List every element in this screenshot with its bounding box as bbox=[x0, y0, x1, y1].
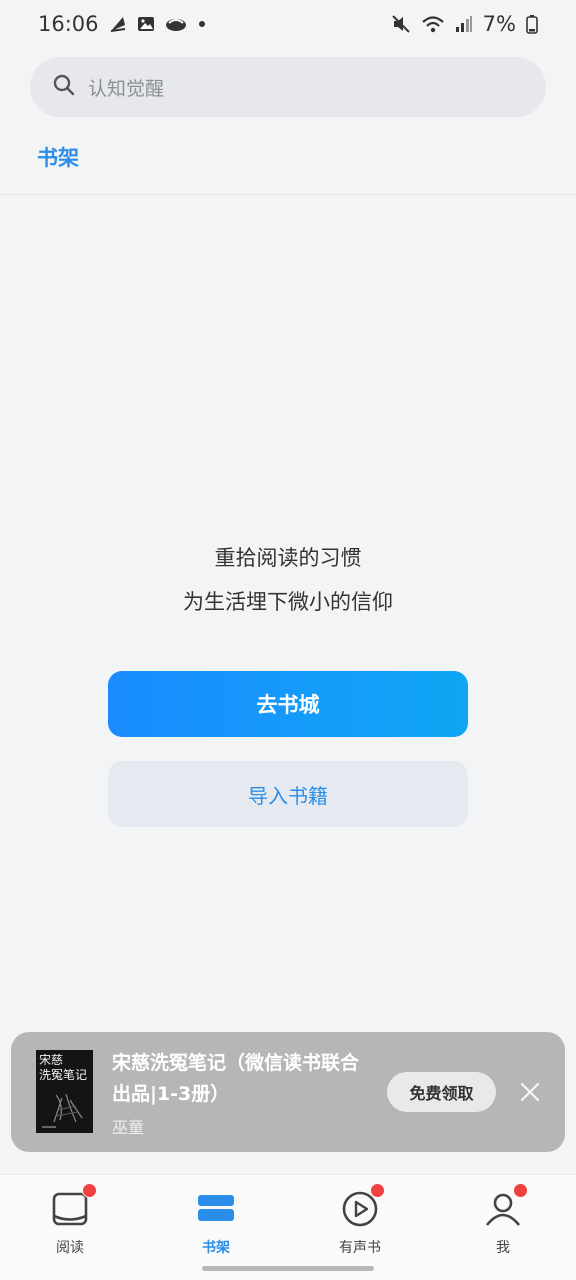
promo-title[interactable]: 宋慈洗冤笔记（微信读书联合出品|1-3册） bbox=[112, 1048, 374, 1110]
battery-percent: 7% bbox=[482, 12, 516, 36]
bottom-nav: 阅读 书架 有声书 我 bbox=[0, 1174, 576, 1280]
search-bar[interactable]: 认知觉醒 bbox=[30, 57, 546, 117]
dot-icon bbox=[197, 19, 207, 29]
book-cover[interactable]: 宋慈 洗冤笔记 bbox=[36, 1050, 93, 1133]
promo-author: 巫童 bbox=[112, 1118, 145, 1137]
signal-icon bbox=[455, 15, 473, 33]
wifi-icon bbox=[421, 14, 445, 34]
free-claim-button[interactable]: 免费领取 bbox=[387, 1072, 496, 1112]
reading-badge bbox=[82, 1183, 97, 1198]
divider bbox=[0, 194, 576, 195]
battery-icon bbox=[526, 14, 538, 34]
profile-badge bbox=[513, 1183, 528, 1198]
nav-label-reading: 阅读 bbox=[56, 1240, 84, 1256]
status-bar: 16:06 7% bbox=[0, 0, 576, 48]
image-icon bbox=[137, 15, 155, 33]
bookshelf-icon bbox=[196, 1189, 236, 1229]
search-input[interactable]: 认知觉醒 bbox=[88, 74, 164, 101]
import-books-button[interactable]: 导入书籍 bbox=[108, 761, 468, 827]
nav-item-audiobook[interactable]: 有声书 bbox=[310, 1183, 410, 1265]
tab-bookshelf[interactable]: 书架 bbox=[37, 142, 79, 172]
promo-banner[interactable]: 宋慈 洗冤笔记 宋慈洗冤笔记（微信读书联合出品|1-3册） 巫童 免费领取 bbox=[11, 1032, 565, 1152]
book-cover-text: 宋慈 洗冤笔记 bbox=[39, 1053, 88, 1082]
nav-item-bookshelf[interactable]: 书架 bbox=[166, 1185, 266, 1265]
status-right: 7% bbox=[391, 12, 538, 36]
status-left: 16:06 bbox=[38, 12, 207, 36]
go-store-button[interactable]: 去书城 bbox=[108, 671, 468, 737]
mute-icon bbox=[391, 14, 411, 34]
nav-label-bookshelf: 书架 bbox=[202, 1240, 230, 1256]
nav-item-profile[interactable]: 我 bbox=[453, 1183, 553, 1265]
audiobook-badge bbox=[370, 1183, 385, 1198]
nav-label-profile: 我 bbox=[496, 1240, 510, 1256]
profile-icon bbox=[483, 1183, 528, 1229]
audiobook-icon bbox=[340, 1183, 385, 1229]
nav-label-audiobook: 有声书 bbox=[339, 1240, 381, 1256]
status-time: 16:06 bbox=[38, 12, 99, 36]
home-indicator[interactable] bbox=[202, 1266, 374, 1271]
nav-item-reading[interactable]: 阅读 bbox=[20, 1183, 120, 1265]
slogan-line-1: 重拾阅读的习惯 bbox=[214, 546, 362, 570]
close-icon[interactable] bbox=[517, 1079, 543, 1105]
reading-icon bbox=[50, 1183, 97, 1229]
search-icon bbox=[52, 73, 76, 101]
leaf-icon bbox=[109, 15, 127, 33]
bird-icon bbox=[165, 15, 187, 33]
slogan-line-2: 为生活埋下微小的信仰 bbox=[183, 590, 393, 614]
